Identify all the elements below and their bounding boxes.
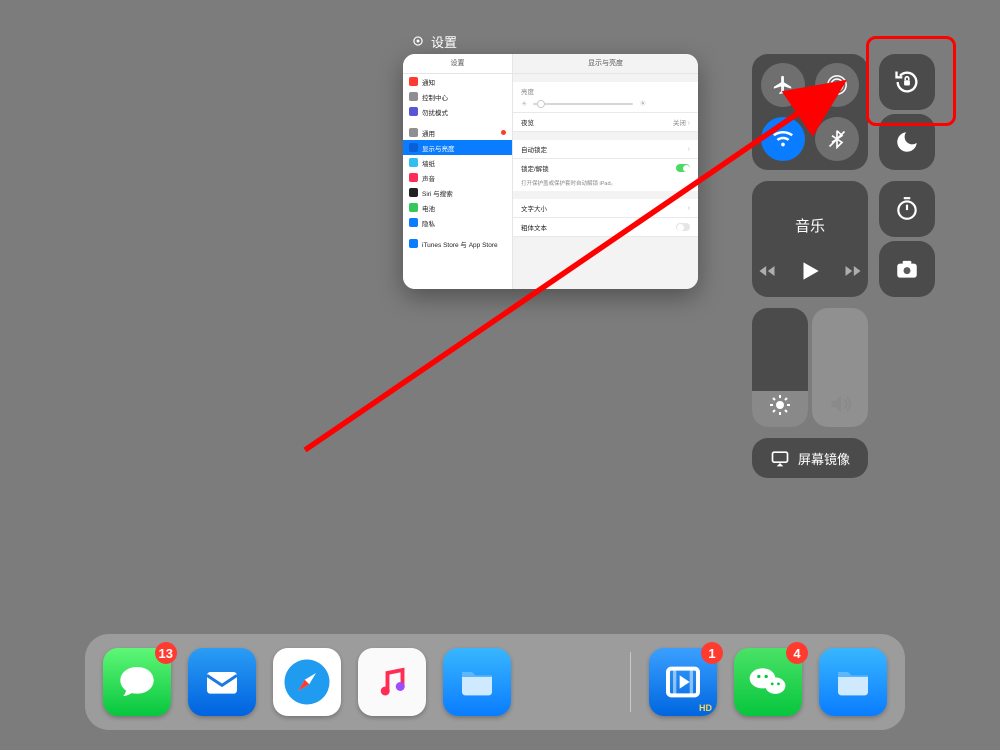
- video-icon: [663, 662, 703, 702]
- dock-app-mail[interactable]: [188, 648, 256, 716]
- sidebar-item-general[interactable]: 通用: [403, 125, 512, 140]
- speaker-icon: [827, 391, 853, 417]
- folder-icon: [833, 662, 873, 702]
- settings-window-titlebar: 设置: [403, 28, 698, 54]
- airplane-toggle[interactable]: [761, 63, 805, 107]
- airdrop-toggle[interactable]: [815, 63, 859, 107]
- row-textsize[interactable]: 文字大小›: [513, 199, 698, 218]
- sun-icon: [768, 393, 792, 417]
- orientation-lock-icon: [893, 68, 921, 96]
- badge-count: 4: [786, 642, 808, 664]
- wifi-icon: [772, 128, 794, 150]
- settings-main-panel: 显示与亮度 亮度 ☀ ☀ 夜览 关闭 › 自动锁定› 锁定/解锁: [513, 54, 698, 289]
- sidebar-item-display[interactable]: 显示与亮度: [403, 140, 512, 155]
- toggle-on-icon[interactable]: [676, 164, 690, 172]
- screen-mirroring-button[interactable]: 屏幕镜像: [752, 438, 868, 478]
- sidebar-item-control-center[interactable]: 控制中心: [403, 89, 512, 104]
- dock-app-safari[interactable]: [273, 648, 341, 716]
- row-lockunlock-desc: 打开保护盖或保护套时自动解锁 iPad。: [513, 177, 698, 191]
- settings-sidebar: 设置 通知 控制中心 勿扰模式 通用 显示与亮度 墙纸 声音 Siri 与搜索 …: [403, 54, 513, 289]
- messages-icon: [117, 662, 157, 702]
- music-icon: [374, 664, 410, 700]
- badge-count: 1: [701, 642, 723, 664]
- sidebar-header: 设置: [403, 54, 512, 74]
- sidebar-item-wallpaper[interactable]: 墙纸: [403, 155, 512, 170]
- connectivity-group: [752, 54, 868, 170]
- bluetooth-off-icon: [827, 129, 847, 149]
- sidebar-item-siri[interactable]: Siri 与搜索: [403, 185, 512, 200]
- dock-app-music[interactable]: [358, 648, 426, 716]
- dock: 13 HD 1 4: [85, 634, 905, 730]
- badge-count: 13: [155, 642, 177, 664]
- mail-icon: [202, 662, 242, 702]
- camera-icon: [894, 256, 920, 282]
- dock-app-recent-folder[interactable]: [819, 648, 887, 716]
- row-brightness: 亮度 ☀ ☀: [513, 82, 698, 113]
- dock-app-files[interactable]: [443, 648, 511, 716]
- wifi-toggle[interactable]: [761, 117, 805, 161]
- dock-app-wechat[interactable]: 4: [734, 648, 802, 716]
- sidebar-item-privacy[interactable]: 隐私: [403, 215, 512, 230]
- brightness-slider[interactable]: [533, 103, 633, 105]
- volume-slider[interactable]: [812, 308, 868, 427]
- sidebar-item-battery[interactable]: 电池: [403, 200, 512, 215]
- media-title: 音乐: [795, 215, 825, 236]
- sidebar-item-dnd[interactable]: 勿扰模式: [403, 104, 512, 119]
- orientation-lock-toggle[interactable]: [879, 54, 935, 110]
- airdrop-icon: [826, 74, 848, 96]
- play-icon[interactable]: [797, 258, 823, 284]
- settings-window-preview: 设置 设置 通知 控制中心 勿扰模式 通用 显示与亮度 墙纸 声音 Siri 与…: [403, 28, 698, 289]
- main-header: 显示与亮度: [513, 54, 698, 74]
- do-not-disturb-toggle[interactable]: [879, 114, 935, 170]
- airplane-icon: [772, 74, 794, 96]
- sidebar-item-itunes[interactable]: iTunes Store 与 App Store: [403, 236, 512, 251]
- toggle-off-icon[interactable]: [676, 223, 690, 231]
- settings-window-title: 设置: [431, 32, 457, 51]
- safari-icon: [280, 655, 334, 709]
- folder-icon: [457, 662, 497, 702]
- screen-mirror-label: 屏幕镜像: [798, 449, 850, 468]
- sidebar-item-sound[interactable]: 声音: [403, 170, 512, 185]
- timer-button[interactable]: [879, 181, 935, 237]
- dock-app-messages[interactable]: 13: [103, 648, 171, 716]
- wechat-icon: [746, 660, 790, 704]
- sun-bright-icon: ☀: [639, 99, 646, 108]
- row-nightshift[interactable]: 夜览 关闭 ›: [513, 113, 698, 132]
- bluetooth-toggle[interactable]: [815, 117, 859, 161]
- row-lockunlock[interactable]: 锁定/解锁: [513, 159, 698, 177]
- timer-icon: [894, 196, 920, 222]
- screen-mirror-icon: [770, 448, 790, 468]
- hd-label: HD: [699, 703, 712, 713]
- dock-app-video[interactable]: HD 1: [649, 648, 717, 716]
- rewind-icon[interactable]: [757, 261, 777, 281]
- media-controls[interactable]: 音乐: [752, 181, 868, 297]
- forward-icon[interactable]: [843, 261, 863, 281]
- sun-dim-icon: ☀: [521, 100, 527, 108]
- row-autolock[interactable]: 自动锁定›: [513, 140, 698, 159]
- gear-icon: [411, 34, 425, 48]
- sidebar-item-notifications[interactable]: 通知: [403, 74, 512, 89]
- row-boldtext[interactable]: 粗体文本: [513, 218, 698, 237]
- moon-icon: [894, 129, 920, 155]
- dock-divider: [630, 652, 632, 712]
- brightness-slider[interactable]: [752, 308, 808, 427]
- camera-button[interactable]: [879, 241, 935, 297]
